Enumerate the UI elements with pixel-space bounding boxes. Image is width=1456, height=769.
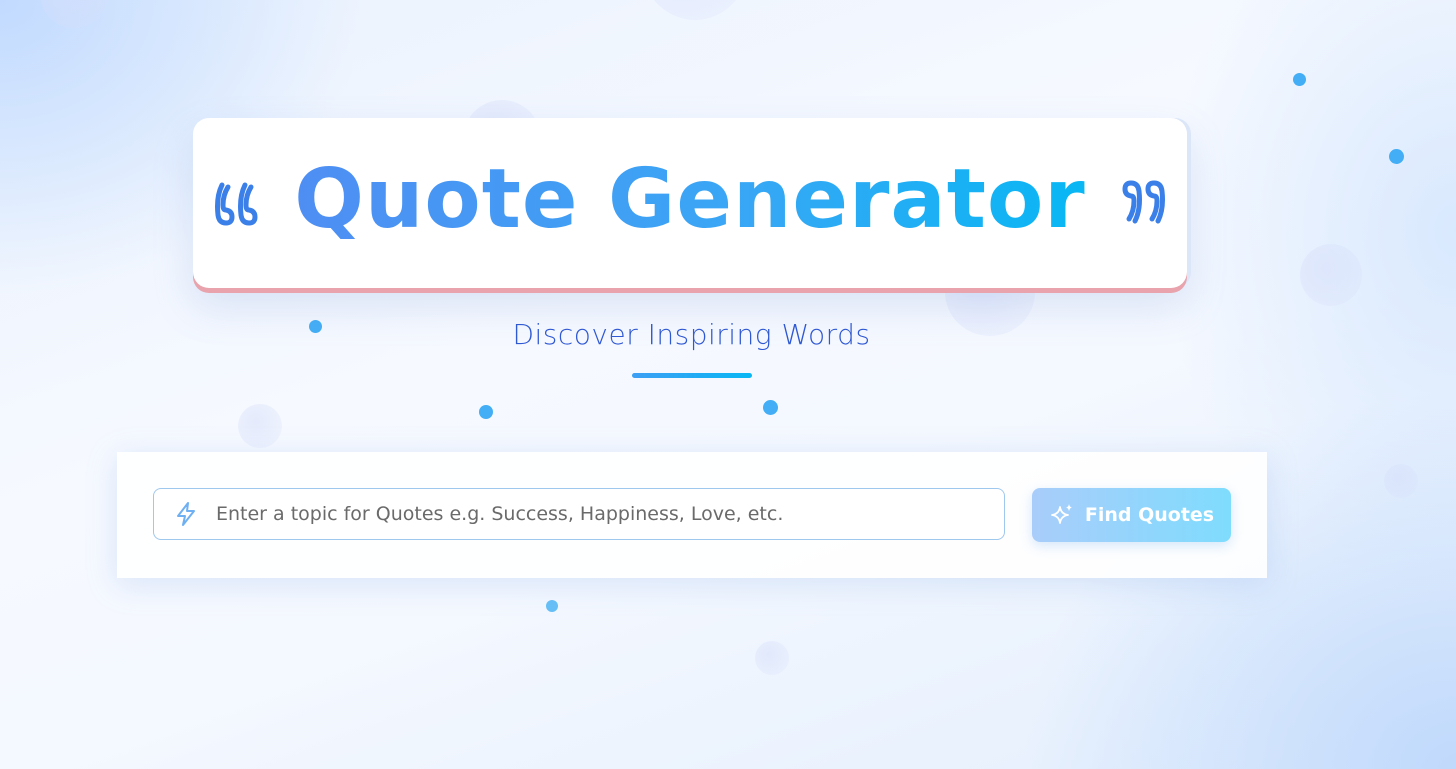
background-dot [479,405,493,419]
subtitle-underline [632,373,752,378]
background-bubble [40,0,108,28]
background-bubble [238,404,282,448]
background-dot [1293,73,1306,86]
search-panel: Find Quotes [117,452,1267,578]
background-bubble [1384,464,1418,498]
background-bubble [640,0,750,20]
find-quotes-label: Find Quotes [1084,504,1215,526]
background-dot [763,400,778,415]
background-dot [546,600,558,612]
sparkle-icon [1049,502,1075,528]
quote-close-icon [1110,175,1166,231]
background-bubble [755,641,789,675]
search-field[interactable] [153,488,1005,540]
background-dot [1389,149,1404,164]
find-quotes-button[interactable]: Find Quotes [1032,488,1231,542]
quote-open-icon [214,175,270,231]
lightning-bolt-icon [172,500,200,528]
title-row: Quote Generator [214,159,1165,247]
title-card: Quote Generator [193,118,1187,288]
page-title: Quote Generator [294,152,1086,247]
subtitle: Discover Inspiring Words [512,318,871,351]
background-bubble [1300,244,1362,306]
search-input[interactable] [214,502,1004,526]
